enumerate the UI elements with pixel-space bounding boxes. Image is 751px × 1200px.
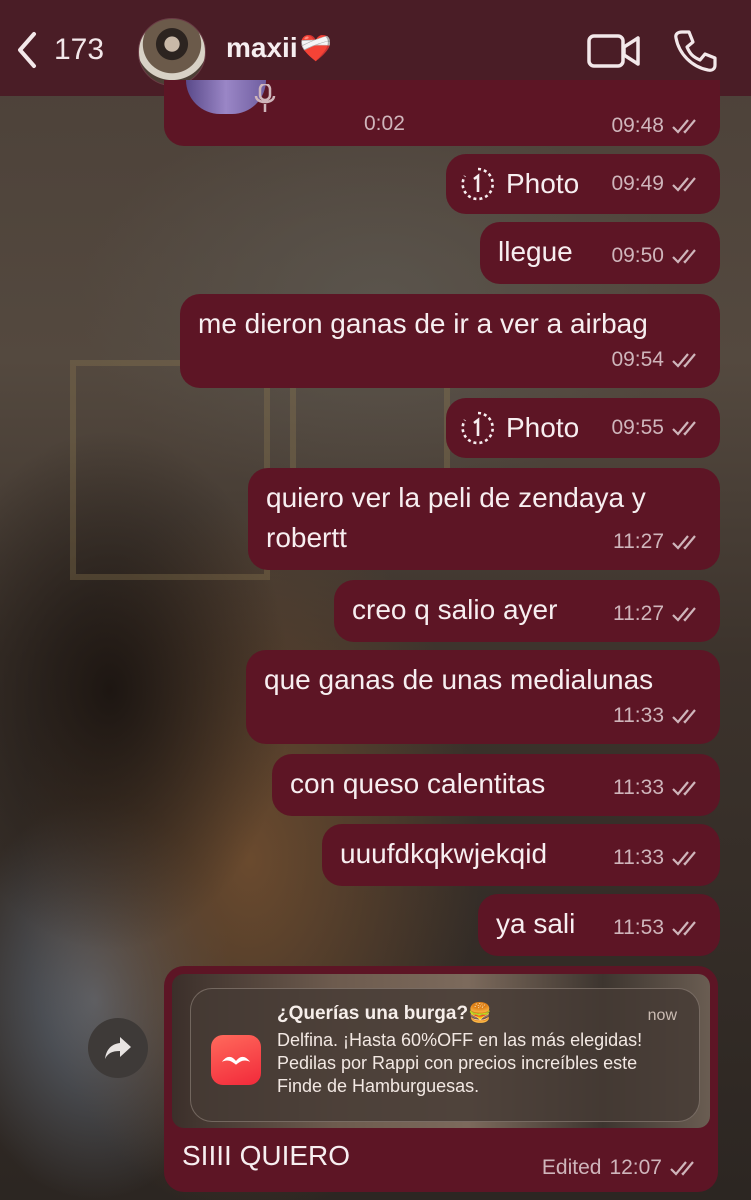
contact-name-text: maxii: [226, 32, 298, 63]
message-meta: 11:27: [613, 594, 702, 634]
microphone-icon: [254, 84, 276, 112]
rappi-logo-icon: [211, 1035, 261, 1085]
photo-label: Photo: [506, 412, 580, 443]
double-check-icon: [672, 921, 696, 936]
message-text: uuufdkqkwjekqid: [340, 838, 548, 869]
double-check-icon: [672, 851, 696, 866]
message-meta: 09:49: [611, 164, 702, 204]
view-once-photo: Photo: [460, 408, 579, 448]
message-meta: 11:33: [613, 768, 702, 808]
message-text: con queso calentitas: [290, 768, 546, 799]
phone-icon[interactable]: [672, 28, 718, 74]
message-time: 12:07: [609, 1156, 662, 1179]
message-bubble[interactable]: creo q salio ayer 11:27: [334, 580, 720, 642]
timer-icon: [461, 167, 494, 201]
message-time: 11:27: [613, 602, 664, 625]
message-meta: Edited 12:07: [542, 1156, 700, 1180]
message-meta: 11:53: [613, 908, 702, 948]
message-time: 11:33: [613, 704, 664, 727]
message-bubble[interactable]: ya sali 11:53: [478, 894, 720, 956]
wallpaper-mirror-frame: [70, 360, 270, 580]
double-check-icon: [672, 535, 696, 550]
message-text: SIIII QUIERO: [182, 1140, 351, 1171]
message-text: llegue: [498, 236, 573, 267]
message-bubble[interactable]: llegue 09:50: [480, 222, 720, 284]
double-check-icon: [672, 709, 696, 724]
message-meta: 11:33: [613, 696, 702, 736]
message-time: 09:54: [611, 348, 664, 371]
message-meta: 09:55: [611, 408, 702, 448]
double-check-icon: [672, 119, 696, 134]
message-time: 11:27: [613, 530, 664, 553]
notification-time: now: [647, 1007, 677, 1024]
message-meta: 11:27: [613, 522, 702, 562]
avatar[interactable]: [138, 18, 206, 86]
forward-icon: [105, 1037, 131, 1059]
double-check-icon: [672, 249, 696, 264]
photo-message-bubble[interactable]: Photo 09:49: [446, 154, 720, 214]
message-bubble[interactable]: con queso calentitas 11:33: [272, 754, 720, 816]
double-check-icon: [672, 421, 696, 436]
timer-icon: [461, 411, 494, 445]
message-meta: 09:50: [611, 236, 702, 276]
voice-message-bubble[interactable]: 0:02 09:48: [164, 80, 720, 146]
message-meta: 11:33: [613, 838, 702, 878]
forward-button[interactable]: [88, 1018, 148, 1078]
message-bubble[interactable]: me dieron ganas de ir a ver a airbag 09:…: [180, 294, 720, 388]
message-time: 11:33: [613, 846, 664, 869]
message-time: 11:33: [613, 776, 664, 799]
double-check-icon: [672, 353, 696, 368]
message-time: 09:50: [611, 244, 664, 267]
message-meta: 09:48: [611, 114, 702, 138]
heart-emoji: ❤️‍🩹: [299, 33, 332, 63]
attached-screenshot[interactable]: ¿Querías una burga?🍔 now Delfina. ¡Hasta…: [172, 974, 710, 1128]
notification-body: Delfina. ¡Hasta 60%OFF en las más elegid…: [277, 1030, 643, 1096]
unread-count: 173: [54, 33, 105, 66]
message-bubble[interactable]: quiero ver la peli de zendaya y robertt …: [248, 468, 720, 570]
contact-name[interactable]: maxii❤️‍🩹: [226, 32, 332, 64]
message-text: me dieron ganas de ir a ver a airbag: [198, 308, 648, 339]
voice-duration: 0:02: [364, 112, 405, 135]
message-time: 09:55: [611, 416, 664, 439]
video-camera-icon[interactable]: [586, 30, 642, 72]
chevron-left-icon: [18, 32, 36, 68]
photo-message-bubble[interactable]: Photo 09:55: [446, 398, 720, 458]
double-check-icon: [672, 607, 696, 622]
rappi-notification: ¿Querías una burga?🍔 now Delfina. ¡Hasta…: [190, 988, 700, 1122]
message-text: quiero ver la peli de zendaya y robertt: [266, 482, 646, 553]
message-time: 11:53: [613, 916, 664, 939]
message-time: 09:48: [611, 114, 664, 137]
double-check-icon: [672, 177, 696, 192]
notification-title: ¿Querías una burga?🍔: [277, 1003, 492, 1024]
edited-label: Edited: [541, 1156, 602, 1179]
message-time: 09:49: [611, 172, 664, 195]
message-bubble[interactable]: que ganas de unas medialunas 11:33: [246, 650, 720, 744]
message-text: que ganas de unas medialunas: [264, 664, 654, 695]
double-check-icon: [670, 1161, 694, 1176]
message-text: ya sali: [496, 908, 576, 939]
image-message-bubble[interactable]: ¿Querías una burga?🍔 now Delfina. ¡Hasta…: [164, 966, 718, 1192]
view-once-photo: Photo: [460, 164, 579, 204]
message-bubble[interactable]: uuufdkqkwjekqid 11:33: [322, 824, 720, 886]
photo-label: Photo: [506, 168, 580, 199]
message-meta: 09:54: [611, 340, 702, 380]
message-text: creo q salio ayer: [352, 594, 558, 625]
double-check-icon: [672, 781, 696, 796]
back-button[interactable]: 173: [14, 28, 104, 72]
